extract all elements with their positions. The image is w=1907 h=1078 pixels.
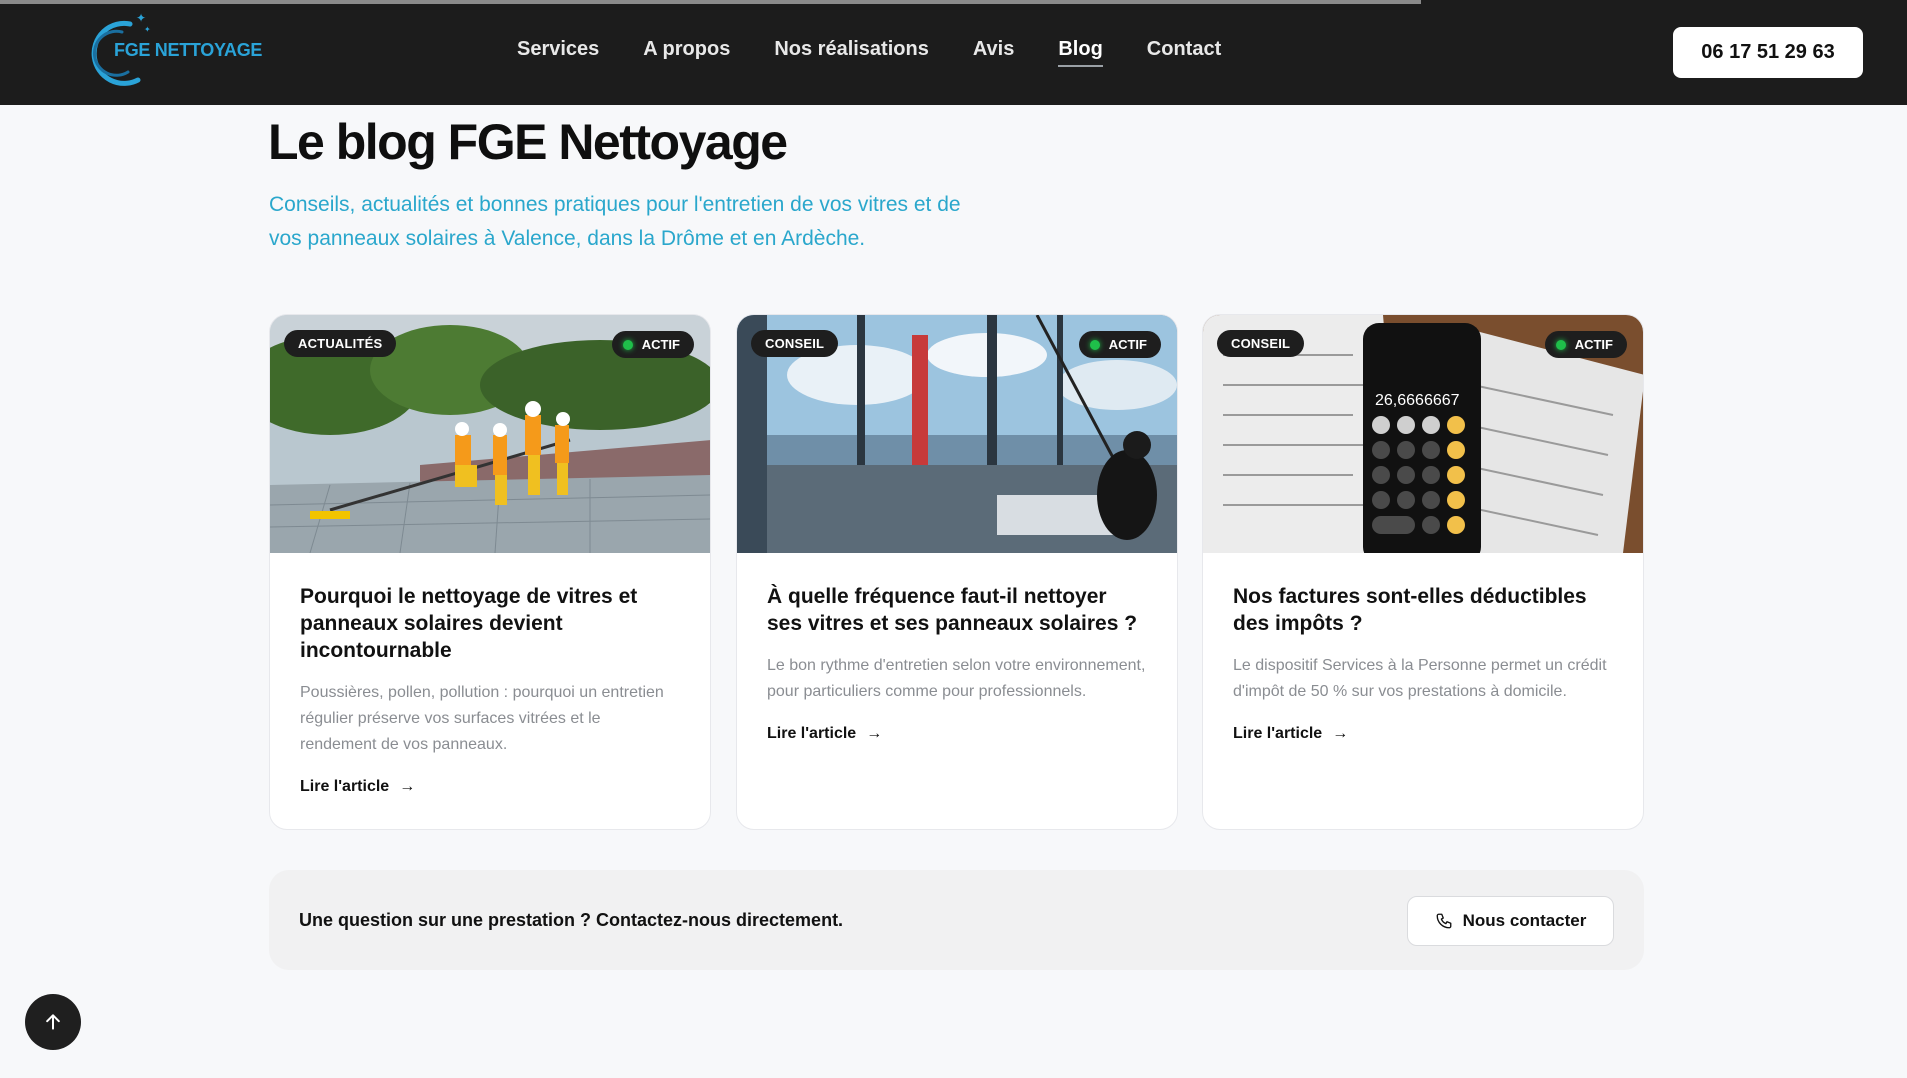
phone-button[interactable]: 06 17 51 29 63 [1673, 27, 1863, 78]
main-nav: Services A propos Nos réalisations Avis … [517, 38, 1221, 67]
calculator-display: 26,6666667 [1375, 392, 1460, 409]
arrow-right-icon: → [399, 778, 416, 795]
category-badge: CONSEIL [751, 330, 839, 357]
read-article-label: Lire l'article [300, 778, 390, 795]
svg-text:✦: ✦ [136, 11, 146, 25]
card-title[interactable]: À quelle fréquence faut-il nettoyer ses … [767, 583, 1147, 637]
scroll-progress-bar [0, 0, 1421, 4]
svg-text:✦: ✦ [144, 25, 151, 34]
blog-card[interactable]: CONSEIL ACTIF À quelle fréquence faut-il… [736, 314, 1178, 830]
status-dot-icon [622, 340, 633, 350]
read-article-link[interactable]: Lire l'article → [1233, 725, 1348, 743]
card-image-window-cleaning: CONSEIL ACTIF [737, 315, 1177, 553]
blog-card[interactable]: 26,6666667 CONSEIL ACTIF Nos factures so… [1202, 314, 1644, 830]
contact-button-label: Nous contacter [1462, 911, 1587, 930]
category-badge: ACTUALITÉS [284, 330, 397, 357]
category-badge: CONSEIL [1217, 330, 1305, 357]
card-description: Poussières, pollen, pollution : pourquoi… [300, 684, 664, 753]
nav-realisations[interactable]: Nos réalisations [774, 38, 929, 67]
read-article-link[interactable]: Lire l'article → [300, 778, 415, 796]
status-badge: ACTIF [1544, 331, 1627, 358]
read-article-label: Lire l'article [767, 725, 857, 742]
status-badge: ACTIF [611, 331, 694, 358]
card-description: Le bon rythme d'entretien selon votre en… [767, 657, 1146, 700]
status-label: ACTIF [641, 337, 680, 352]
status-badge: ACTIF [1078, 331, 1161, 358]
phone-icon [1436, 913, 1452, 929]
card-description: Le dispositif Services à la Personne per… [1233, 657, 1607, 700]
logo-text: FGE NETTOYAGE [114, 40, 263, 60]
status-dot-icon [1555, 340, 1566, 350]
contact-button[interactable]: Nous contacter [1407, 896, 1614, 946]
page-subtitle: Conseils, actualités et bonnes pratiques… [269, 193, 961, 250]
card-title[interactable]: Pourquoi le nettoyage de vitres et panne… [300, 583, 680, 664]
card-image-tax: 26,6666667 CONSEIL ACTIF [1203, 315, 1643, 553]
card-title[interactable]: Nos factures sont-elles déductibles des … [1233, 583, 1613, 637]
blog-card[interactable]: ACTUALITÉS ACTIF Pourquoi le nettoyage d… [269, 314, 711, 830]
contact-cta-banner: Une question sur une prestation ? Contac… [269, 870, 1644, 970]
nav-avis[interactable]: Avis [973, 38, 1015, 67]
nav-services[interactable]: Services [517, 38, 599, 67]
arrow-up-icon [46, 1014, 60, 1030]
nav-contact[interactable]: Contact [1147, 38, 1221, 67]
read-article-link[interactable]: Lire l'article → [767, 725, 882, 743]
nav-a-propos[interactable]: A propos [643, 38, 730, 67]
card-image-solar-cleaning: ACTUALITÉS ACTIF [270, 315, 710, 553]
status-label: ACTIF [1108, 337, 1147, 352]
status-dot-icon [1089, 340, 1100, 350]
arrow-right-icon: → [866, 725, 883, 742]
status-label: ACTIF [1574, 337, 1613, 352]
cta-text: Une question sur une prestation ? Contac… [299, 910, 844, 930]
arrow-right-icon: → [1332, 725, 1349, 742]
scroll-to-top-button[interactable] [25, 994, 81, 1050]
page-title: Le blog FGE Nettoyage [268, 114, 788, 170]
site-header: ✦ ✦ FGE NETTOYAGE Services A propos Nos … [0, 0, 1907, 105]
nav-blog[interactable]: Blog [1058, 38, 1104, 67]
logo[interactable]: ✦ ✦ FGE NETTOYAGE [78, 10, 278, 90]
read-article-label: Lire l'article [1233, 725, 1323, 742]
